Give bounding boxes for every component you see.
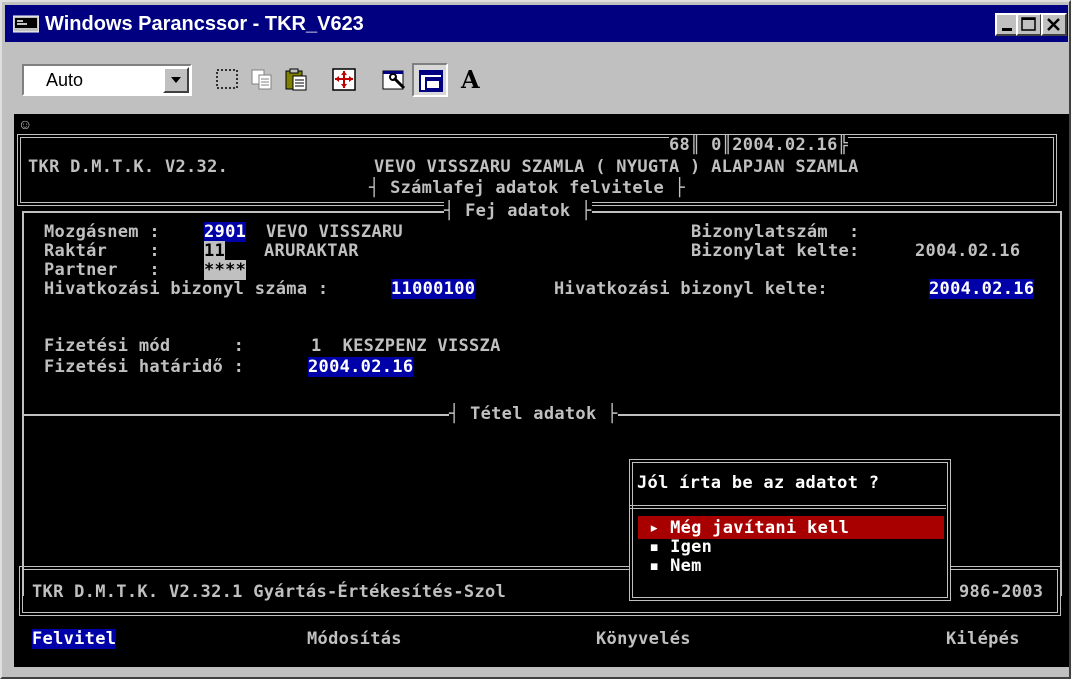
- app-version: TKR D.M.T.K. V2.32.: [28, 157, 229, 177]
- partner-value[interactable]: ****: [204, 260, 247, 280]
- footer-left: TKR D.M.T.K. V2.32.1 Gyártás-Értékesítés…: [32, 582, 507, 602]
- console-app-icon: [13, 15, 39, 33]
- doc-num-label: Bizonylatszám :: [691, 222, 860, 242]
- toolbar: Auto A: [5, 44, 1068, 112]
- mark-button[interactable]: [210, 63, 246, 97]
- payment-value: 1 KESZPENZ VISSZA: [311, 336, 501, 356]
- section-items-title: ┤ Tétel adatok ├: [449, 404, 618, 424]
- frame-right: [1060, 211, 1062, 596]
- partner-label: Partner :: [44, 260, 160, 280]
- footer-right: 986-2003: [959, 582, 1044, 602]
- menu-modositas[interactable]: Módosítás: [307, 629, 402, 649]
- doc-date-value: 2004.02.16: [915, 241, 1021, 261]
- raktar-code[interactable]: 11: [204, 241, 226, 261]
- font-size-select[interactable]: Auto: [22, 64, 192, 96]
- payment-label: Fizetési mód :: [44, 336, 245, 356]
- font-icon: A: [461, 65, 480, 94]
- chevron-down-icon: [171, 77, 181, 83]
- close-icon: [1047, 18, 1060, 31]
- font-button[interactable]: A: [453, 63, 489, 97]
- frame-left: [22, 211, 24, 596]
- background-icon: [419, 70, 443, 92]
- dialog-option-0[interactable]: ▸ Még javítani kell: [649, 518, 849, 538]
- dropdown-button[interactable]: [163, 67, 189, 93]
- properties-icon: [382, 70, 406, 90]
- font-size-value: Auto: [46, 70, 84, 90]
- ref-date-value[interactable]: 2004.02.16: [929, 279, 1035, 299]
- ref-num-value[interactable]: 11000100: [391, 279, 476, 299]
- paste-button[interactable]: [279, 63, 315, 97]
- confirm-dialog: Jól írta be az adatot ? ▸ Még javítani k…: [629, 459, 951, 601]
- due-label: Fizetési határidő :: [44, 357, 245, 377]
- menu-konyveles[interactable]: Könyvelés: [596, 629, 691, 649]
- paste-icon: [285, 68, 307, 91]
- screen-subtitle: ┤ Számlafej adatok felvitele ├: [369, 178, 686, 198]
- menu-felvitel[interactable]: Felvitel: [32, 629, 117, 649]
- section-head-title: ┤ Fej adatok ├: [444, 201, 592, 221]
- mozgasnem-label: Mozgásnem :: [44, 222, 160, 242]
- title-bar[interactable]: Windows Parancssor - TKR_V623: [5, 5, 1068, 42]
- due-value[interactable]: 2004.02.16: [308, 357, 414, 377]
- close-button[interactable]: [1041, 13, 1067, 36]
- copy-button[interactable]: [245, 63, 281, 97]
- mozgasnem-code[interactable]: 2901: [204, 222, 247, 242]
- menu-kilepes[interactable]: Kilépés: [946, 629, 1020, 649]
- mozgasnem-name: VEVO VISSZARU: [266, 222, 403, 242]
- dialog-divider: [630, 505, 946, 509]
- fullscreen-icon: [332, 68, 356, 91]
- window-title: Windows Parancssor - TKR_V623: [45, 13, 364, 35]
- header-counter: 68║ 0║2004.02.16╠: [669, 135, 849, 155]
- cursor-smiley-icon: ☺: [18, 116, 33, 132]
- background-button[interactable]: [412, 63, 448, 97]
- screen-title: VEVO VISSZARU SZAMLA ( NYUGTA ) ALAPJAN …: [374, 157, 859, 177]
- dialog-question: Jól írta be az adatot ?: [637, 473, 880, 493]
- raktar-name: ARURAKTAR: [264, 241, 359, 261]
- properties-button[interactable]: [377, 63, 413, 97]
- maximize-icon: [1021, 17, 1036, 31]
- dialog-option-2[interactable]: ▪ Nem: [649, 556, 702, 576]
- doc-date-label: Bizonylat kelte:: [691, 241, 860, 261]
- fullscreen-button[interactable]: [327, 63, 363, 97]
- raktar-label: Raktár :: [44, 241, 160, 261]
- console-window: Windows Parancssor - TKR_V623 Auto A ☺ 6…: [0, 0, 1071, 679]
- mark-icon: [216, 69, 238, 89]
- ref-num-label: Hivatkozási bizonyl száma :: [44, 279, 329, 299]
- dialog-option-1[interactable]: ▪ Igen: [649, 537, 712, 557]
- copy-icon: [251, 69, 272, 90]
- ref-date-label: Hivatkozási bizonyl kelte:: [554, 279, 828, 299]
- maximize-button[interactable]: [1016, 13, 1042, 36]
- console-area[interactable]: ☺ 68║ 0║2004.02.16╠ TKR D.M.T.K. V2.32. …: [14, 114, 1069, 667]
